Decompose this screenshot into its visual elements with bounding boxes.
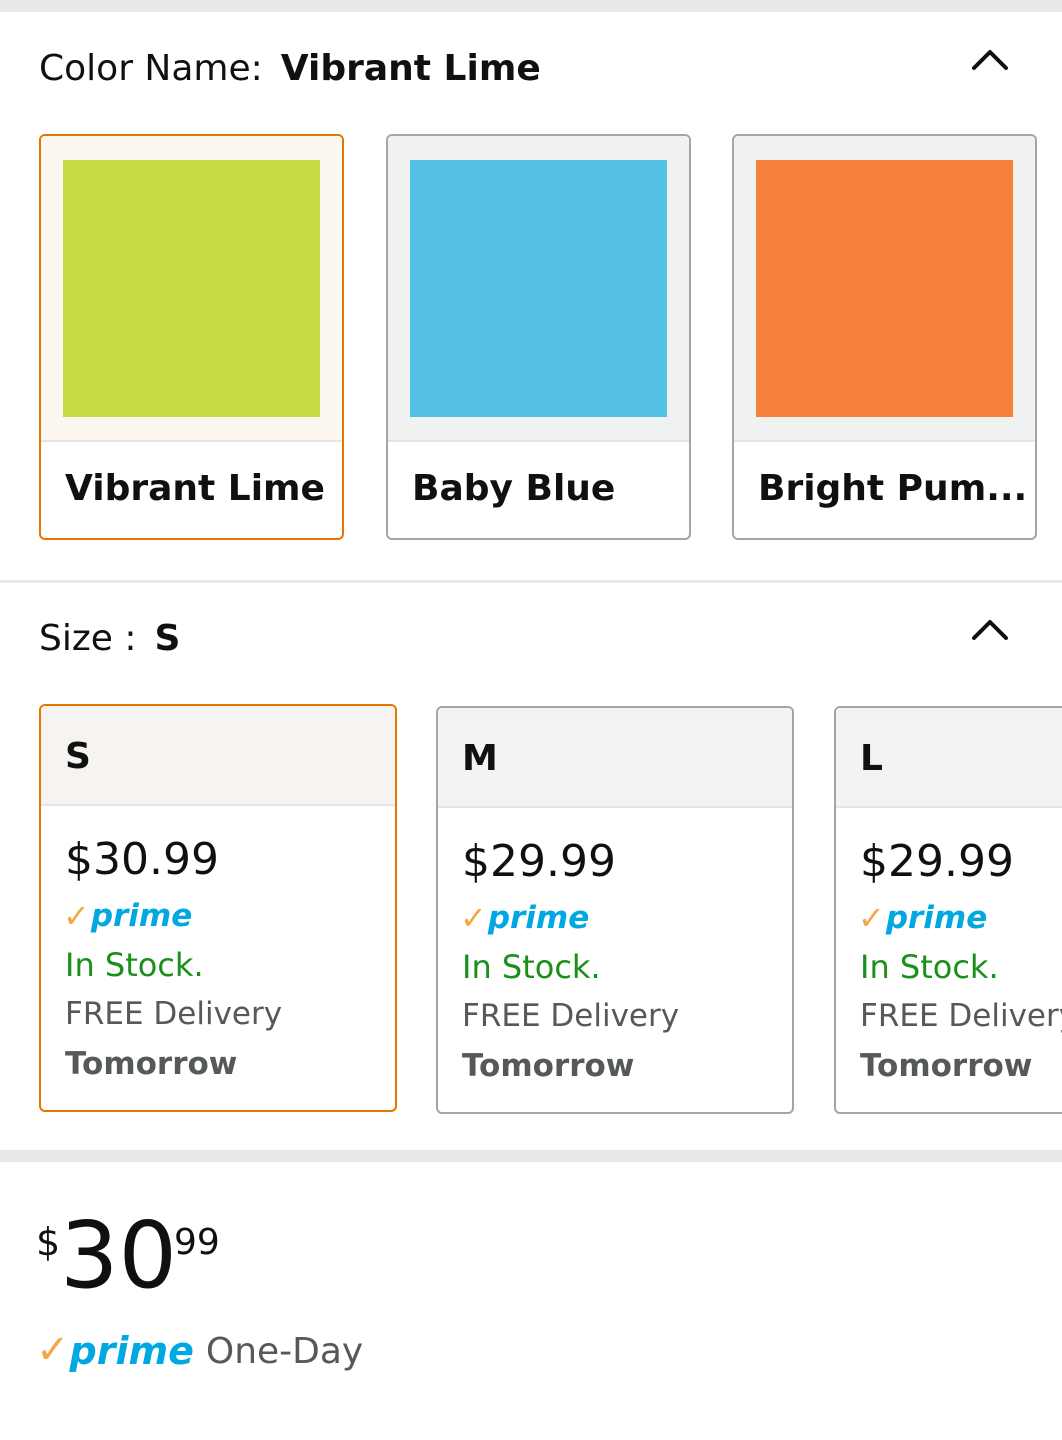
size-option-header: S	[41, 706, 395, 806]
shipping-speed: One-Day	[205, 1331, 364, 1372]
section-divider	[0, 580, 1062, 583]
color-option-label: Baby Blue	[412, 468, 616, 509]
prime-wordmark: prime	[90, 898, 193, 934]
check-icon: ✓	[36, 1327, 70, 1373]
color-swatch-image	[756, 160, 1013, 417]
size-option-label: M	[462, 738, 498, 779]
swatch-divider	[734, 440, 1035, 442]
color-option-bright-pumpkin[interactable]: Bright Pum...	[732, 134, 1037, 540]
check-icon: ✓	[858, 899, 885, 937]
selected-color-value: Vibrant Lime	[280, 48, 541, 89]
swatch-image-box	[734, 136, 1035, 442]
color-option-vibrant-lime[interactable]: Vibrant Lime	[39, 134, 344, 540]
prime-one-day-badge: ✓ prime One-Day	[36, 1330, 363, 1370]
section-divider	[0, 1150, 1062, 1162]
color-swatch-image	[63, 160, 320, 417]
check-icon: ✓	[63, 897, 90, 935]
price-whole: 30	[60, 1202, 178, 1309]
size-option-price: $29.99	[860, 836, 1014, 887]
price-fraction: 99	[174, 1222, 220, 1263]
size-option-price: $29.99	[462, 836, 616, 887]
delivery-text: FREE Delivery	[860, 998, 1062, 1034]
price-symbol: $	[36, 1220, 61, 1264]
swatch-divider	[41, 440, 342, 442]
size-option-label: L	[860, 738, 883, 779]
prime-wordmark: prime	[487, 900, 590, 936]
color-option-label: Bright Pum...	[758, 468, 1028, 509]
swatch-divider	[388, 440, 689, 442]
size-option-header: L	[836, 708, 1062, 808]
stock-status: In Stock.	[65, 946, 204, 984]
top-divider	[0, 0, 1062, 12]
size-option-l[interactable]: L $29.99 ✓ prime In Stock. FREE Delivery …	[834, 706, 1062, 1114]
color-option-label: Vibrant Lime	[65, 468, 325, 509]
chevron-up-icon[interactable]	[970, 46, 1010, 72]
size-option-m[interactable]: M $29.99 ✓ prime In Stock. FREE Delivery …	[436, 706, 794, 1114]
delivery-text: FREE Delivery	[462, 998, 680, 1034]
check-icon: ✓	[460, 899, 487, 937]
delivery-date: Tomorrow	[65, 1046, 238, 1082]
size-option-s[interactable]: S $30.99 ✓ prime In Stock. FREE Delivery …	[39, 704, 397, 1112]
size-option-label: S	[65, 736, 91, 777]
prime-badge: ✓ prime	[858, 894, 987, 934]
color-swatch-image	[410, 160, 667, 417]
prime-wordmark: prime	[885, 900, 988, 936]
color-option-baby-blue[interactable]: Baby Blue	[386, 134, 691, 540]
size-header: Size : S	[39, 618, 180, 659]
size-option-header: M	[438, 708, 792, 808]
prime-wordmark: prime	[69, 1329, 194, 1373]
size-option-price: $30.99	[65, 834, 219, 885]
delivery-text: FREE Delivery	[65, 996, 283, 1032]
delivery-date: Tomorrow	[462, 1048, 635, 1084]
chevron-up-icon[interactable]	[970, 616, 1010, 642]
size-label: Size :	[39, 618, 137, 659]
color-name-header: Color Name: Vibrant Lime	[39, 48, 541, 89]
prime-badge: ✓ prime	[63, 892, 192, 932]
prime-badge: ✓ prime	[460, 894, 589, 934]
delivery-date: Tomorrow	[860, 1048, 1033, 1084]
selected-size-value: S	[154, 618, 181, 659]
stock-status: In Stock.	[462, 948, 601, 986]
swatch-image-box	[41, 136, 342, 442]
swatch-image-box	[388, 136, 689, 442]
color-name-label: Color Name:	[39, 48, 263, 89]
stock-status: In Stock.	[860, 948, 999, 986]
